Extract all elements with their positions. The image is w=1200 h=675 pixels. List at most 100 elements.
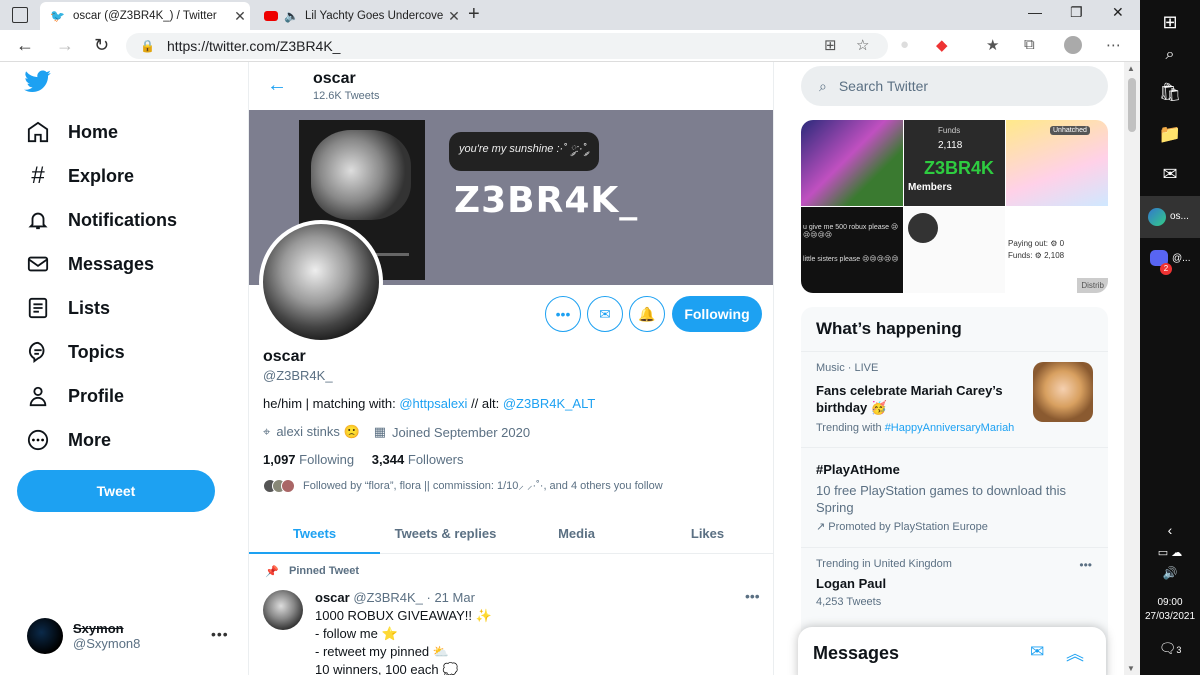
- new-tab-button[interactable]: +: [468, 3, 480, 26]
- nav-topics[interactable]: Topics: [26, 340, 125, 364]
- tab-actions-icon[interactable]: [12, 7, 28, 23]
- twitter-logo-icon[interactable]: [24, 70, 52, 99]
- add-favorite-icon[interactable]: ☆: [856, 36, 869, 54]
- following-link[interactable]: 1,097 Following: [263, 452, 354, 467]
- trend-item[interactable]: #PlayAtHome 10 free PlayStation games to…: [801, 447, 1108, 547]
- profile-avatar-icon[interactable]: [1064, 36, 1082, 58]
- close-tab-icon[interactable]: ✕: [444, 8, 464, 25]
- message-button[interactable]: ✉: [587, 296, 623, 332]
- account-more-icon[interactable]: •••: [211, 626, 229, 642]
- speaker-icon[interactable]: 🔈: [284, 9, 299, 23]
- minimize-button[interactable]: —: [1028, 4, 1042, 20]
- tweet-more-icon[interactable]: •••: [745, 588, 760, 604]
- collections-icon[interactable]: ⧉: [1024, 36, 1035, 53]
- browser-tab-youtube[interactable]: 🔈 Lil Yachty Goes Undercover ✕: [256, 2, 464, 30]
- store-icon[interactable]: 🛍: [1140, 82, 1200, 103]
- app-available-icon[interactable]: ⊞: [824, 36, 837, 54]
- tab-tweets[interactable]: Tweets: [249, 514, 380, 554]
- nav-more[interactable]: More: [26, 428, 111, 452]
- tab-tweets-replies[interactable]: Tweets & replies: [380, 514, 511, 553]
- nav-label: Home: [68, 121, 119, 142]
- profile-avatar[interactable]: [259, 220, 383, 344]
- following-button[interactable]: Following: [672, 296, 762, 332]
- account-name: Sxymon: [73, 621, 124, 636]
- search-icon: ⌕: [819, 77, 827, 94]
- bio-link-httpsalexi[interactable]: @httpsalexi: [399, 396, 467, 411]
- following-count: 1,097: [263, 452, 296, 467]
- scroll-thumb[interactable]: [1128, 78, 1136, 132]
- roblox-extension-icon[interactable]: ◆: [936, 36, 948, 54]
- media-thumb[interactable]: [904, 207, 1005, 293]
- forward-button[interactable]: →: [56, 35, 74, 56]
- messages-drawer[interactable]: Messages ✉ ︽: [798, 627, 1106, 675]
- volume-icon[interactable]: 🔊: [1140, 566, 1200, 580]
- media-thumb[interactable]: Funds 2,118 Z3BR4K Members: [904, 120, 1005, 206]
- media-thumb[interactable]: Unhatched: [1006, 120, 1108, 206]
- bio-text: he/him | matching with:: [263, 396, 400, 411]
- scroll-up-icon[interactable]: ▲: [1127, 64, 1135, 73]
- tweet-line: - follow me ⭐: [315, 626, 398, 641]
- nav-notifications[interactable]: Notifications: [26, 208, 177, 232]
- media-thumb[interactable]: Paying out: ⚙ 0 Funds: ⚙ 2,108 Distrib: [1006, 207, 1108, 293]
- follow-stats: 1,097 Following 3,344 Followers: [263, 452, 464, 467]
- search-input[interactable]: ⌕ Search Twitter: [801, 66, 1108, 106]
- media-thumb[interactable]: u give me 500 robux please 😢😢😢😢😢 little …: [801, 207, 903, 293]
- close-tab-icon[interactable]: ✕: [230, 8, 250, 25]
- windows-start-icon[interactable]: ⊞: [1140, 12, 1200, 33]
- tweet-header: oscar @Z3BR4K_ · 21 Mar: [315, 590, 475, 605]
- media-thumb[interactable]: [801, 120, 903, 206]
- banner-character-image: [311, 130, 411, 220]
- search-placeholder: Search Twitter: [838, 78, 929, 94]
- browser-tab-twitter[interactable]: 🐦 oscar (@Z3BR4K_) / Twitter ✕: [40, 2, 250, 30]
- scroll-down-icon[interactable]: ▼: [1127, 664, 1135, 673]
- trend-item[interactable]: Trending in United Kingdom Logan Paul 4,…: [801, 547, 1108, 617]
- favorites-icon[interactable]: ★: [986, 36, 999, 54]
- followers-link[interactable]: 3,344 Followers: [372, 452, 464, 467]
- url-field[interactable]: 🔒 https://twitter.com/Z3BR4K_: [126, 33, 888, 59]
- trend-more-icon[interactable]: •••: [1079, 558, 1092, 572]
- file-explorer-icon[interactable]: 📁: [1140, 124, 1200, 145]
- nav-messages[interactable]: Messages: [26, 252, 154, 276]
- battery-weather-icon[interactable]: ▭ ☁: [1140, 546, 1200, 559]
- action-center-icon[interactable]: 🗨3: [1140, 640, 1200, 657]
- trend-hashtag-link[interactable]: #HappyAnniversaryMariah: [885, 422, 1015, 434]
- back-arrow-icon[interactable]: ←: [267, 74, 287, 97]
- notify-bell-button[interactable]: 🔔: [629, 296, 665, 332]
- tweet-author[interactable]: oscar: [315, 590, 350, 605]
- edge-taskbar-item[interactable]: os...: [1140, 196, 1200, 238]
- lock-icon[interactable]: 🔒: [140, 39, 155, 53]
- maximize-button[interactable]: ❐: [1070, 4, 1083, 21]
- show-hidden-icons[interactable]: ‹: [1140, 522, 1200, 538]
- account-switcher[interactable]: Sxymon @Sxymon8 •••: [27, 618, 228, 654]
- tab-likes[interactable]: Likes: [642, 514, 773, 553]
- tweet-button[interactable]: Tweet: [17, 470, 215, 512]
- expand-chevron-icon[interactable]: ︽: [1066, 640, 1084, 666]
- followed-by[interactable]: Followed by “flora”, flora || commission…: [263, 478, 663, 493]
- search-icon[interactable]: ⌕: [1140, 46, 1200, 64]
- trend-item[interactable]: Music · LIVE Fans celebrate Mariah Carey…: [801, 351, 1108, 447]
- page-scrollbar[interactable]: ▲ ▼: [1124, 62, 1140, 675]
- followed-by-text: Followed by “flora”, flora || commission…: [303, 480, 663, 492]
- bio-link-alt[interactable]: @Z3BR4K_ALT: [503, 396, 595, 411]
- discord-taskbar-item[interactable]: @...: [1140, 242, 1200, 282]
- profile-meta: ⌖ alexi stinks 🙁 ▦ Joined September 2020: [263, 424, 530, 440]
- discord-label: @...: [1172, 253, 1191, 264]
- more-menu-icon[interactable]: ⋯: [1106, 36, 1121, 54]
- close-window-button[interactable]: ✕: [1112, 4, 1124, 21]
- account-handle: @Sxymon8: [73, 636, 141, 651]
- more-options-button[interactable]: •••: [545, 296, 581, 332]
- new-message-icon[interactable]: ✉: [1030, 642, 1044, 662]
- nav-profile[interactable]: Profile: [26, 384, 124, 408]
- nav-lists[interactable]: Lists: [26, 296, 110, 320]
- clock[interactable]: 09:00 27/03/2021: [1140, 596, 1200, 624]
- extension-icon[interactable]: ●: [900, 36, 909, 53]
- trend-category: Music · LIVE: [816, 362, 879, 374]
- nav-explore[interactable]: # Explore: [26, 162, 134, 189]
- nav-home[interactable]: Home: [26, 120, 118, 144]
- tweet-avatar[interactable]: [263, 590, 303, 630]
- tab-media[interactable]: Media: [511, 514, 642, 553]
- refresh-button[interactable]: ↻: [94, 35, 109, 56]
- bio-text: // alt:: [467, 396, 503, 411]
- mail-icon[interactable]: ✉: [1140, 164, 1200, 185]
- back-button[interactable]: ←: [16, 35, 34, 56]
